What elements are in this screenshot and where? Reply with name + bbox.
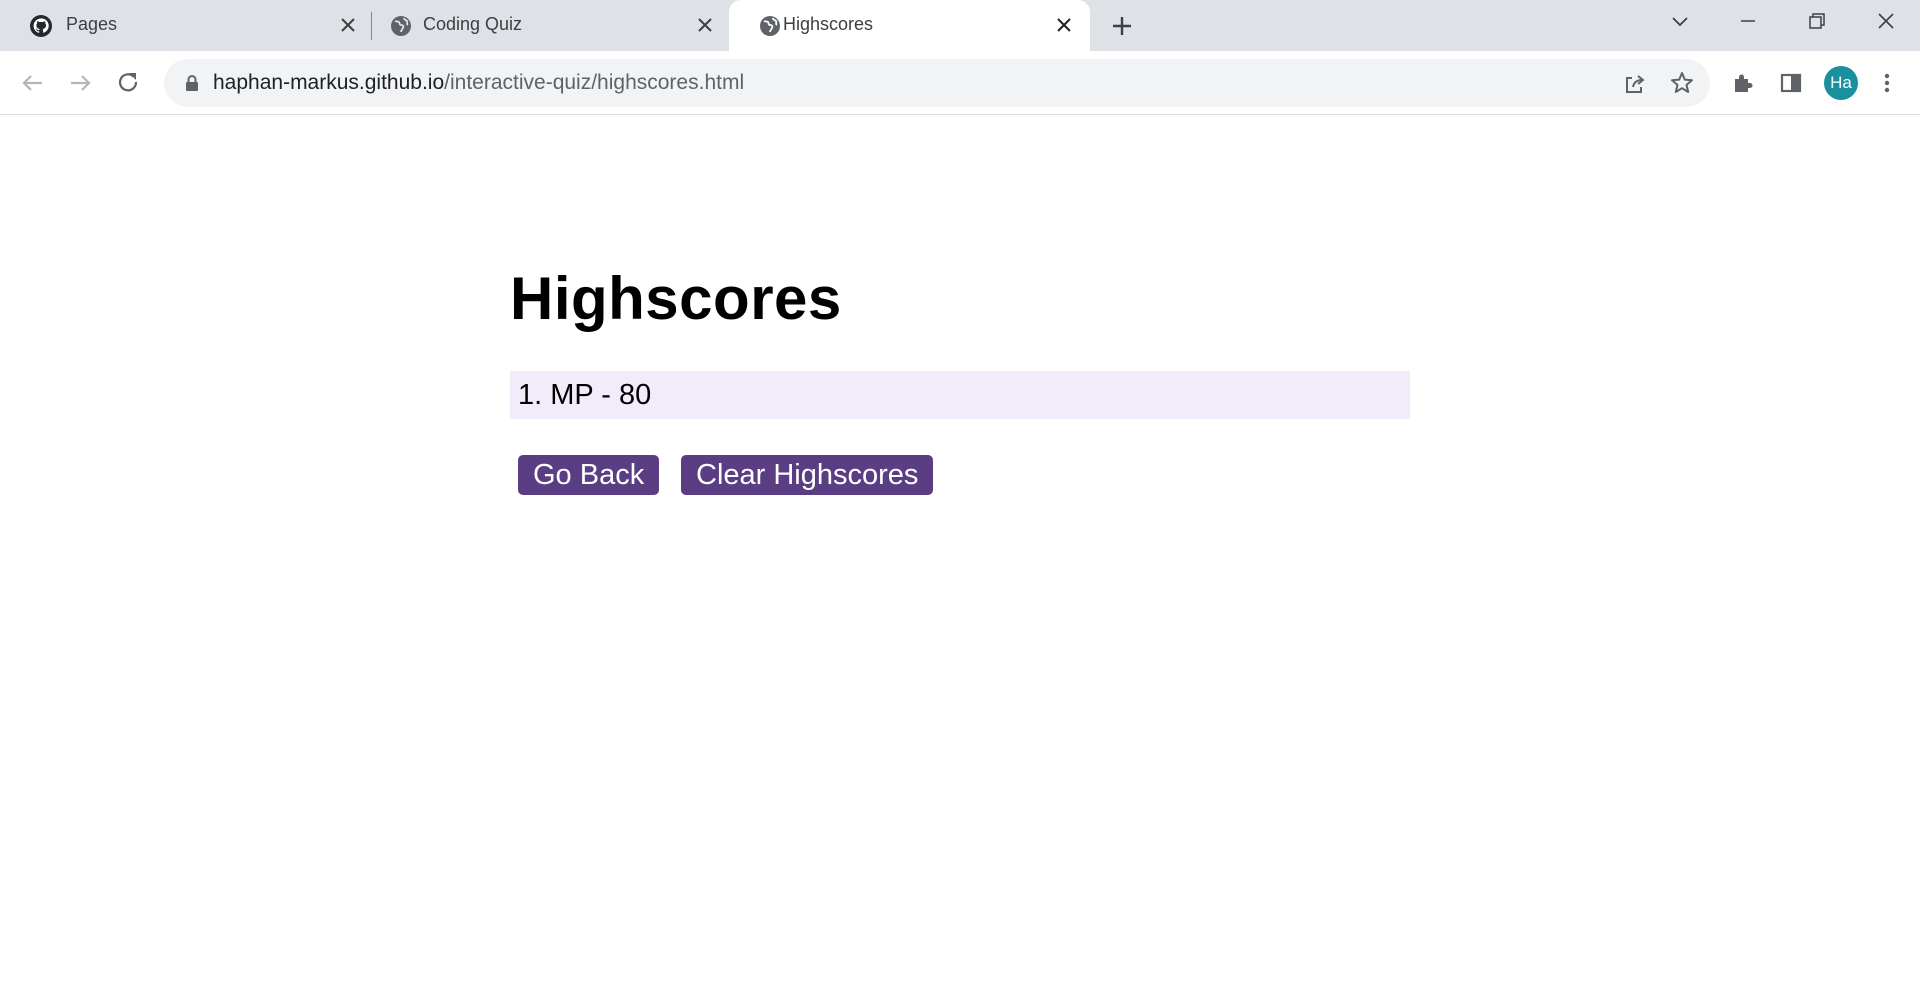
page-title: Highscores: [510, 265, 842, 332]
tab-search-icon[interactable]: [1662, 8, 1698, 36]
url-host: haphan-markus.github.io: [213, 71, 445, 94]
minimize-icon[interactable]: [1730, 8, 1766, 36]
globe-icon: [760, 16, 780, 36]
tab-highscores[interactable]: Highscores: [729, 0, 1090, 51]
globe-icon: [391, 16, 411, 36]
go-back-button[interactable]: Go Back: [518, 455, 660, 495]
clear-highscores-button[interactable]: Clear Highscores: [681, 455, 934, 495]
close-tab-icon[interactable]: [336, 13, 360, 37]
tab-coding-quiz[interactable]: Coding Quiz: [359, 0, 729, 51]
address-bar[interactable]: haphan-markus.github.io/interactive-quiz…: [164, 59, 1710, 107]
list-item: 1. MP - 80: [510, 371, 1410, 419]
close-window-icon[interactable]: [1868, 8, 1904, 36]
forward-arrow-icon[interactable]: [66, 69, 94, 97]
tab-title: Pages: [66, 14, 118, 34]
url-path: /interactive-quiz/highscores.html: [444, 71, 745, 94]
tab-strip: Pages Coding Quiz Highscores: [0, 0, 1920, 51]
lock-icon[interactable]: [182, 73, 202, 93]
page-content: Highscores 1. MP - 80 Go Back Clear High…: [0, 116, 1920, 1003]
close-tab-icon[interactable]: [1052, 13, 1076, 37]
profile-avatar[interactable]: Ha: [1824, 66, 1858, 100]
bookmark-star-icon[interactable]: [1669, 70, 1695, 96]
back-arrow-icon[interactable]: [19, 69, 47, 97]
reload-icon[interactable]: [114, 69, 142, 97]
github-icon: [30, 15, 52, 37]
highscores-list: 1. MP - 80: [510, 371, 1410, 419]
share-icon[interactable]: [1622, 71, 1648, 97]
browser-toolbar: haphan-markus.github.io/interactive-quiz…: [0, 51, 1920, 115]
close-tab-icon[interactable]: [693, 13, 717, 37]
menu-kebab-icon[interactable]: [1873, 69, 1901, 97]
new-tab-icon[interactable]: [1108, 12, 1136, 40]
tab-title: Highscores: [783, 14, 874, 34]
url-text[interactable]: haphan-markus.github.io/interactive-quiz…: [213, 71, 744, 95]
tab-pages[interactable]: Pages: [0, 0, 368, 51]
restore-icon[interactable]: [1798, 8, 1834, 36]
tab-title: Coding Quiz: [423, 14, 523, 34]
extensions-icon[interactable]: [1729, 69, 1757, 97]
side-panel-icon[interactable]: [1777, 69, 1805, 97]
